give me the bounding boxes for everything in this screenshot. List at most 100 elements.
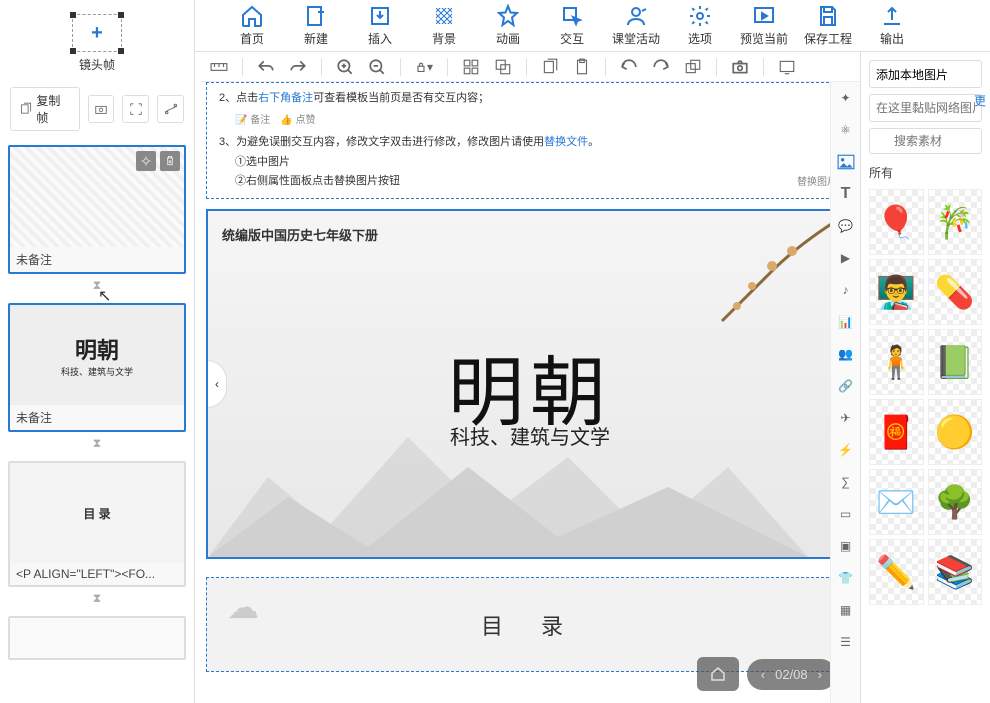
zoom-out-icon[interactable] bbox=[368, 58, 386, 76]
interaction-label: 交互 bbox=[560, 30, 584, 47]
hourglass-icon: ⧗ bbox=[8, 278, 186, 293]
save-button[interactable]: 保存工程 bbox=[796, 0, 860, 52]
preview-icon bbox=[752, 4, 776, 28]
insert-icon bbox=[368, 4, 392, 28]
asset-stack[interactable]: 📚 bbox=[928, 539, 983, 605]
frame-icon[interactable]: ▣ bbox=[836, 536, 856, 556]
screen-icon[interactable] bbox=[778, 58, 796, 76]
animation-button[interactable]: 动画 bbox=[476, 0, 540, 52]
instruction-line-3: 3、为避免误删交互内容，修改文字双击进行修改，修改图片请使用替换文件。 bbox=[219, 133, 841, 153]
asset-person[interactable]: 🧍 bbox=[869, 329, 924, 395]
home-icon bbox=[240, 4, 264, 28]
undo2-icon[interactable] bbox=[620, 58, 638, 76]
instruction-sub-1: ①选中图片 bbox=[235, 153, 841, 173]
replace-link[interactable]: 替换文件 bbox=[544, 136, 588, 148]
tshirt-icon[interactable]: 👕 bbox=[836, 568, 856, 588]
layer-icon[interactable] bbox=[494, 58, 512, 76]
camera-small-button[interactable] bbox=[88, 95, 115, 123]
redo2-icon[interactable] bbox=[652, 58, 670, 76]
undo-icon[interactable] bbox=[257, 58, 275, 76]
hourglass-icon: ⧗ bbox=[8, 591, 186, 606]
camera-icon bbox=[94, 102, 108, 116]
asset-teacher[interactable]: 👨‍🏫 bbox=[869, 259, 924, 325]
chat-icon[interactable]: 💬 bbox=[836, 216, 856, 236]
preview-button[interactable]: 预览当前 bbox=[732, 0, 796, 52]
shape-icon[interactable]: ▭ bbox=[836, 504, 856, 524]
paste-url-input[interactable] bbox=[869, 94, 982, 122]
options-label: 选项 bbox=[688, 30, 712, 47]
scan-button[interactable] bbox=[122, 95, 149, 123]
atom-icon[interactable]: ⚛ bbox=[836, 120, 856, 140]
thumb-delete-icon[interactable] bbox=[160, 151, 180, 171]
lens-frame-add[interactable]: + 镜头帧 bbox=[0, 14, 194, 73]
ruler-icon[interactable] bbox=[210, 58, 228, 76]
chart-icon[interactable]: 📊 bbox=[836, 312, 856, 332]
asset-mail[interactable]: ✉️ bbox=[869, 469, 924, 535]
thumb-2[interactable]: 明朝 科技、建筑与文学 未备注 bbox=[8, 303, 186, 432]
note-link[interactable]: 右下角备注 bbox=[258, 92, 313, 104]
mulu-text: 目 录 bbox=[481, 609, 579, 641]
new-button[interactable]: 新建 bbox=[284, 0, 348, 52]
menu-icon[interactable]: ☰ bbox=[836, 632, 856, 652]
asset-bamboo[interactable]: 🎋 bbox=[928, 189, 983, 255]
flash-icon[interactable]: ⚡ bbox=[836, 440, 856, 460]
pager-prev-icon[interactable]: ‹ bbox=[761, 667, 765, 682]
background-label: 背景 bbox=[432, 30, 456, 47]
asset-tree[interactable]: 🌳 bbox=[928, 469, 983, 535]
formula-icon[interactable]: ∑ bbox=[836, 472, 856, 492]
redo-icon[interactable] bbox=[289, 58, 307, 76]
thumb-1-label: 未备注 bbox=[10, 247, 184, 272]
instruction-box[interactable]: 2、点击右下角备注可查看模板当前页是否有交互内容； 📝 备注 👍 点赞 3、为避… bbox=[206, 82, 854, 199]
image-tool-icon[interactable] bbox=[836, 152, 856, 172]
main-slide[interactable]: 统编版中国历史七年级下册 明朝 科技、建筑与文学 ‹ › bbox=[206, 209, 854, 559]
thumb-2-label: 未备注 bbox=[10, 405, 184, 430]
thumb-4[interactable] bbox=[8, 616, 186, 660]
lock-icon[interactable]: ▾ bbox=[415, 58, 433, 76]
people-icon[interactable]: 👥 bbox=[836, 344, 856, 364]
paste-icon[interactable] bbox=[573, 58, 591, 76]
interaction-button[interactable]: 交互 bbox=[540, 0, 604, 52]
options-button[interactable]: 选项 bbox=[668, 0, 732, 52]
asset-tube[interactable]: 💊 bbox=[928, 259, 983, 325]
copy-icon[interactable] bbox=[541, 58, 559, 76]
thumb-3[interactable]: 目 录 <P ALIGN="LEFT"><FO... bbox=[8, 461, 186, 587]
home-button[interactable]: 首页 bbox=[220, 0, 284, 52]
duplicate-icon[interactable] bbox=[684, 58, 702, 76]
link-icon[interactable]: 🔗 bbox=[836, 376, 856, 396]
music-icon[interactable]: ♪ bbox=[836, 280, 856, 300]
asset-books[interactable]: 📗 bbox=[928, 329, 983, 395]
asset-pencil[interactable]: ✏️ bbox=[869, 539, 924, 605]
pointer-icon[interactable]: ✦ bbox=[836, 88, 856, 108]
tool-strip: ✦ ⚛ T 💬 ▶ ♪ 📊 👥 🔗 ✈ ⚡ ∑ ▭ ▣ 👕 ▦ ☰ bbox=[830, 82, 860, 703]
camera-icon[interactable] bbox=[731, 58, 749, 76]
zoom-in-icon[interactable] bbox=[336, 58, 354, 76]
table-icon[interactable]: ▦ bbox=[836, 600, 856, 620]
preview-label: 预览当前 bbox=[740, 30, 788, 47]
more-link[interactable]: 更 bbox=[974, 92, 986, 109]
pager-next-icon[interactable]: › bbox=[818, 667, 822, 682]
thumb-1[interactable]: 未备注 bbox=[8, 145, 186, 274]
grid-icon[interactable] bbox=[462, 58, 480, 76]
note-icon: 📝 备注 bbox=[235, 112, 270, 130]
background-button[interactable]: 背景 bbox=[412, 0, 476, 52]
pager-home-button[interactable] bbox=[697, 657, 739, 691]
home-label: 首页 bbox=[240, 30, 264, 47]
all-label[interactable]: 所有 bbox=[869, 164, 982, 181]
copy-frame-button[interactable]: 复制帧 bbox=[10, 87, 80, 131]
asset-balloon[interactable]: 🎈 bbox=[869, 189, 924, 255]
branches-decoration bbox=[652, 211, 852, 351]
add-local-image-input[interactable] bbox=[869, 60, 982, 88]
text-tool-icon[interactable]: T bbox=[836, 184, 856, 204]
export-button[interactable]: 输出 bbox=[860, 0, 924, 52]
asset-shape[interactable]: 🟡 bbox=[928, 399, 983, 465]
search-assets-input[interactable] bbox=[869, 128, 982, 154]
video-icon[interactable]: ▶ bbox=[836, 248, 856, 268]
path-button[interactable] bbox=[157, 95, 184, 123]
scan-icon bbox=[129, 102, 143, 116]
classroom-button[interactable]: 课堂活动 bbox=[604, 0, 668, 52]
thumb-settings-icon[interactable] bbox=[136, 151, 156, 171]
thumb-3-text: 目 录 bbox=[83, 505, 110, 522]
asset-knot[interactable]: 🧧 bbox=[869, 399, 924, 465]
insert-button[interactable]: 插入 bbox=[348, 0, 412, 52]
send-icon[interactable]: ✈ bbox=[836, 408, 856, 428]
